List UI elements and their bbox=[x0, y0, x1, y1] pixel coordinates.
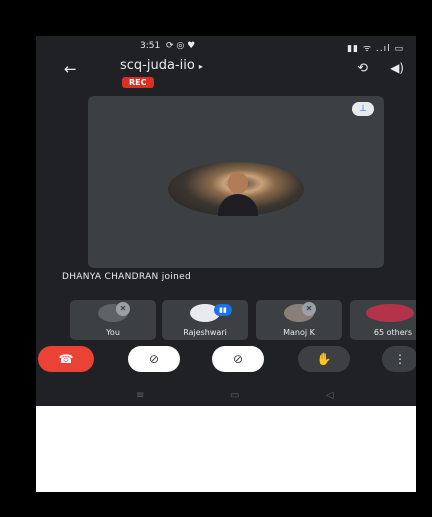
camera-off-button[interactable]: ⊘ bbox=[128, 346, 180, 372]
meeting-code-label: scq-juda-iio bbox=[120, 58, 195, 73]
blank-area bbox=[36, 406, 416, 492]
screenshot-frame: 3:51 ⟳ ◎ ♥ ▮▮ ᯤ ..ıl ▭ ← scq-juda-iio ▸ R… bbox=[0, 0, 432, 517]
phone-screen: 3:51 ⟳ ◎ ♥ ▮▮ ᯤ ..ıl ▭ ← scq-juda-iio ▸ R… bbox=[36, 36, 416, 406]
pin-icon[interactable]: ⊥ bbox=[352, 102, 374, 116]
participant-tile-others[interactable]: 65 others bbox=[350, 300, 416, 340]
participant-tile-manoj[interactable]: ✕ Manoj K bbox=[256, 300, 342, 340]
speaker-icon[interactable]: ◀) bbox=[390, 61, 404, 75]
participant-face bbox=[228, 172, 248, 194]
home-icon[interactable]: ▭ bbox=[230, 390, 239, 401]
mic-muted-icon: ✕ bbox=[116, 302, 130, 316]
main-video-tile[interactable]: ⊥ bbox=[88, 96, 384, 268]
chevron-right-icon: ▸ bbox=[198, 62, 203, 71]
participant-name: Manoj K bbox=[283, 328, 315, 337]
participant-strip: ✕ You ▮▮ Rajeshwari ✕ Manoj K 65 others bbox=[70, 300, 416, 340]
participant-tile-you[interactable]: ✕ You bbox=[70, 300, 156, 340]
more-options-button[interactable]: ⋮ bbox=[382, 346, 416, 372]
mic-muted-icon: ✕ bbox=[302, 302, 316, 316]
recents-icon[interactable]: ≡ bbox=[136, 390, 144, 401]
recording-badge: REC bbox=[122, 77, 154, 88]
nav-back-icon[interactable]: ◁ bbox=[326, 390, 334, 401]
switch-camera-icon[interactable]: ⟲ bbox=[357, 61, 368, 76]
raise-hand-button[interactable]: ✋ bbox=[298, 346, 350, 372]
status-icons: ⟳ ◎ ♥ bbox=[166, 41, 196, 51]
status-time: 3:51 bbox=[140, 41, 161, 51]
participant-body bbox=[218, 194, 258, 216]
join-notification: DHANYA CHANDRAN joined bbox=[62, 272, 191, 282]
call-controls: ☎ ⊘ ⊘ ✋ ⋮ bbox=[36, 346, 416, 378]
participant-name: Rajeshwari bbox=[183, 328, 227, 337]
avatar-group bbox=[366, 304, 414, 322]
participant-tile-rajeshwari[interactable]: ▮▮ Rajeshwari bbox=[162, 300, 248, 340]
back-arrow-icon[interactable]: ← bbox=[64, 60, 77, 78]
meeting-code[interactable]: scq-juda-iio ▸ bbox=[120, 58, 203, 73]
status-right-icons: ▮▮ ᯤ ..ıl ▭ bbox=[347, 44, 404, 54]
participant-name: You bbox=[106, 328, 120, 337]
status-bar: 3:51 ⟳ ◎ ♥ ▮▮ ᯤ ..ıl ▭ bbox=[36, 36, 416, 58]
end-call-button[interactable]: ☎ bbox=[38, 346, 94, 372]
participant-video bbox=[168, 162, 304, 216]
participant-name: 65 others bbox=[373, 328, 413, 337]
mic-off-button[interactable]: ⊘ bbox=[212, 346, 264, 372]
system-nav-bar: ≡ ▭ ◁ bbox=[36, 388, 416, 406]
meeting-header: ← scq-juda-iio ▸ REC ⟲ ◀) bbox=[36, 58, 416, 92]
speaking-indicator-icon: ▮▮ bbox=[214, 304, 232, 316]
